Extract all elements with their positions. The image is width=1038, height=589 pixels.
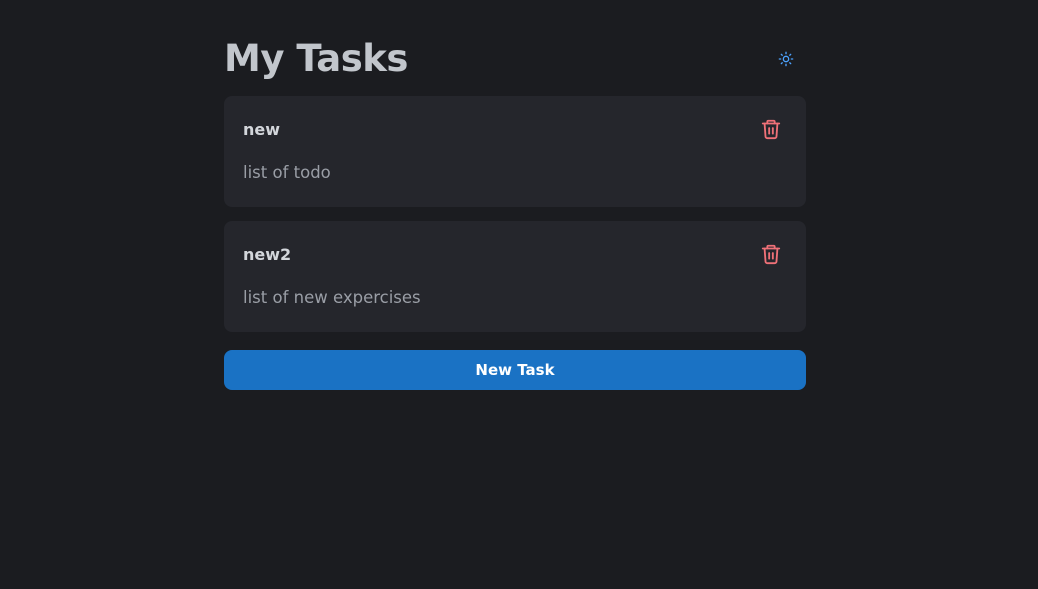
task-description: list of todo: [243, 163, 331, 182]
theme-toggle-button[interactable]: [772, 45, 800, 73]
page-title: My Tasks: [224, 37, 408, 80]
task-description: list of new expercises: [243, 288, 421, 307]
trash-icon: [761, 119, 781, 140]
task-title: new2: [243, 245, 292, 264]
task-card: new2 list of new expercises: [224, 221, 806, 332]
task-card: new list of todo: [224, 96, 806, 207]
header: My Tasks: [224, 30, 806, 88]
delete-task-button[interactable]: [758, 116, 784, 142]
delete-task-button[interactable]: [758, 241, 784, 267]
sun-icon: [778, 51, 794, 67]
trash-icon: [761, 244, 781, 265]
task-list: new list of todo new2 list of new experc…: [224, 96, 806, 346]
app-container: My Tasks new list of todo new2 list of n…: [224, 30, 806, 390]
new-task-button[interactable]: New Task: [224, 350, 806, 390]
task-title: new: [243, 120, 281, 139]
